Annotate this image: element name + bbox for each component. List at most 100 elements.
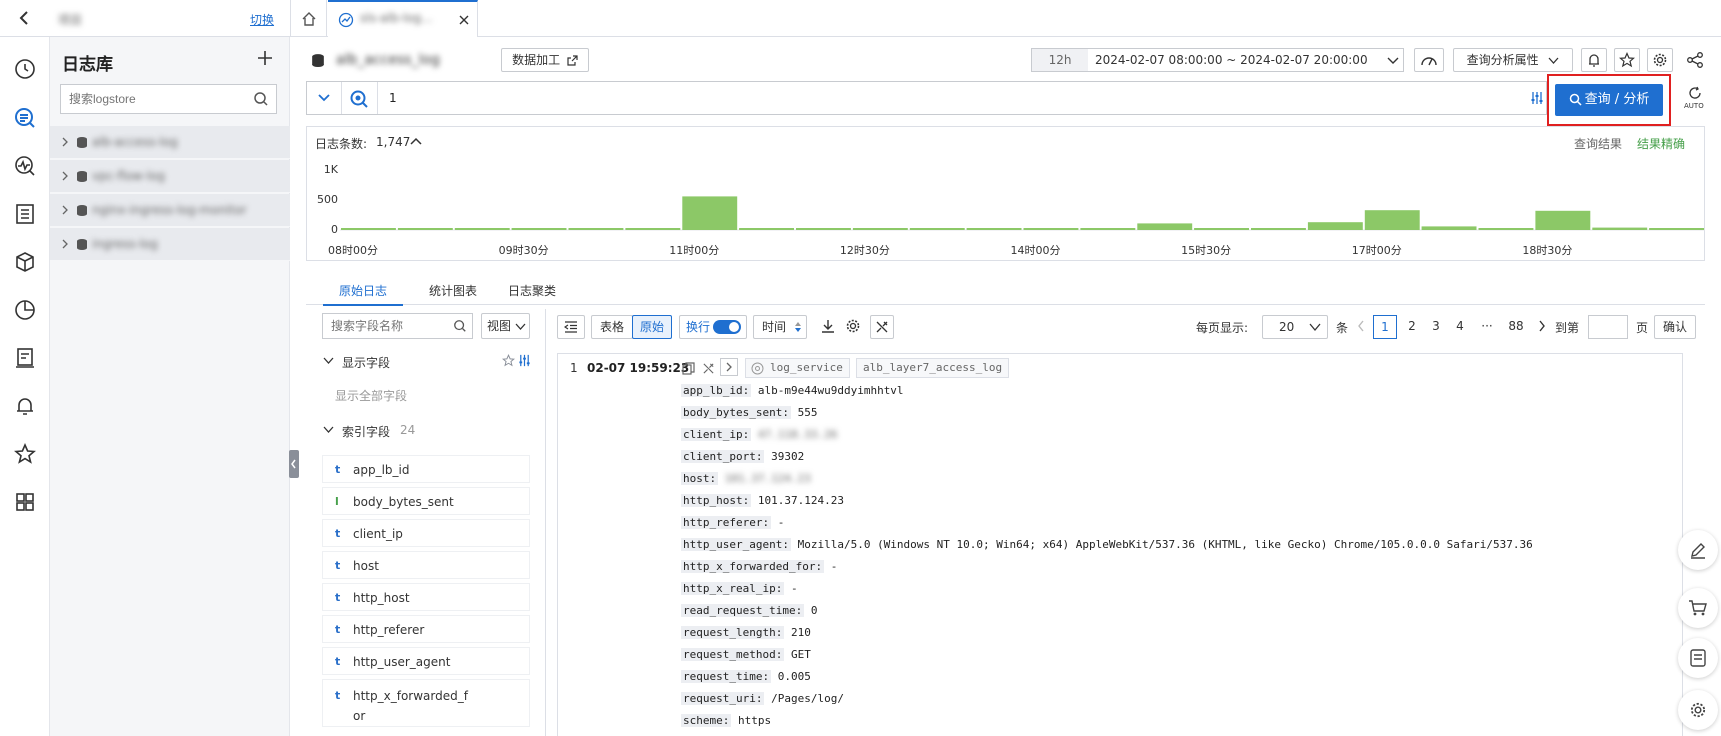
log-field-key[interactable]: request_method: xyxy=(681,648,785,661)
download-icon[interactable] xyxy=(820,318,836,334)
query-props-button[interactable]: 查询分析属性 xyxy=(1453,48,1573,72)
log-field-value[interactable]: 39302 xyxy=(771,450,804,463)
histogram-bar[interactable] xyxy=(1649,228,1704,230)
log-field-value[interactable]: 0.005 xyxy=(778,670,811,683)
list-icon[interactable] xyxy=(13,202,37,226)
logstore-tab[interactable]: sls-alb-log... xyxy=(328,0,478,37)
page-ellipsis[interactable]: ··· xyxy=(1476,319,1498,333)
histogram-bar[interactable] xyxy=(1307,222,1363,230)
log-field-key[interactable]: app_lb_id: xyxy=(681,384,752,397)
histogram-bar[interactable] xyxy=(1592,227,1648,230)
page-3[interactable]: 3 xyxy=(1426,319,1446,333)
histogram-bar[interactable] xyxy=(1194,228,1249,230)
logstore-search-input[interactable] xyxy=(61,85,247,113)
log-field-value[interactable]: - xyxy=(791,582,798,595)
field-item[interactable]: t http_referer xyxy=(322,615,530,643)
field-item[interactable]: t client_ip xyxy=(322,519,530,547)
histogram-bar[interactable] xyxy=(511,228,567,230)
histogram-bar[interactable] xyxy=(454,228,510,230)
histogram-bar[interactable] xyxy=(341,228,396,230)
chevron-down-icon[interactable] xyxy=(323,426,334,434)
tab-log-cluster[interactable]: 日志聚类 xyxy=(492,282,572,306)
monitor-search-icon[interactable] xyxy=(13,154,37,178)
histogram-bar[interactable] xyxy=(1364,210,1420,230)
log-field-key[interactable]: request_uri: xyxy=(681,692,765,705)
query-input[interactable]: 1 xyxy=(389,91,397,105)
log-field-key[interactable]: read_request_time: xyxy=(681,604,805,617)
search-icon[interactable] xyxy=(453,319,467,333)
refresh-speed-button[interactable] xyxy=(1414,48,1444,72)
tree-item[interactable]: ingress-log xyxy=(50,228,290,261)
histogram-bar[interactable] xyxy=(397,228,453,230)
collapse-handle[interactable] xyxy=(289,450,299,478)
log-field-key[interactable]: scheme: xyxy=(681,714,732,727)
log-field-value[interactable]: - xyxy=(778,516,785,529)
back-icon[interactable] xyxy=(16,10,32,26)
time-picker[interactable]: 12h 2024-02-07 08:00:00 ~ 2024-02-07 20:… xyxy=(1031,48,1404,72)
tools-button[interactable] xyxy=(870,315,894,339)
clock-icon[interactable] xyxy=(13,57,37,81)
page-88[interactable]: 88 xyxy=(1504,319,1528,333)
time-sort-button[interactable]: 时间 xyxy=(753,315,807,339)
log-field-key[interactable]: http_x_real_ip: xyxy=(681,582,785,595)
log-field-key[interactable]: host: xyxy=(681,472,719,485)
apps-grid-icon[interactable] xyxy=(13,490,37,514)
histogram-bar[interactable] xyxy=(625,228,681,230)
tree-item[interactable]: nginx-ingress-log-monitor xyxy=(50,194,290,227)
field-item[interactable]: t app_lb_id xyxy=(322,455,530,483)
page-1[interactable]: 1 xyxy=(1373,315,1397,339)
field-item[interactable]: t http_host xyxy=(322,583,530,611)
log-field-value[interactable]: GET xyxy=(791,648,811,661)
histogram-bar[interactable] xyxy=(1421,226,1477,230)
show-all-fields-link[interactable]: 显示全部字段 xyxy=(335,387,407,404)
settings-button[interactable] xyxy=(1647,48,1673,72)
goto-page-input[interactable] xyxy=(1588,315,1628,339)
home-tab[interactable] xyxy=(291,0,327,37)
log-field-key[interactable]: http_user_agent: xyxy=(681,538,791,551)
log-field-key[interactable]: client_port: xyxy=(681,450,765,463)
histogram-bar[interactable] xyxy=(1535,210,1591,230)
bell-icon[interactable] xyxy=(13,394,37,418)
log-field-value[interactable]: 210 xyxy=(791,626,811,639)
histogram-bar[interactable] xyxy=(1080,228,1136,230)
log-field-value[interactable]: 555 xyxy=(798,406,818,419)
log-field-value[interactable]: - xyxy=(831,560,838,573)
tools-icon[interactable] xyxy=(702,362,715,375)
field-settings-icon[interactable] xyxy=(518,354,531,367)
switch-project-link[interactable]: 切换 xyxy=(250,11,274,28)
raw-view-button[interactable]: 原始 xyxy=(632,315,672,339)
field-item[interactable]: t http_x_forwarded_f or xyxy=(322,679,530,727)
histogram-bar[interactable] xyxy=(1023,228,1079,230)
close-icon[interactable] xyxy=(458,14,470,26)
copilot-search-icon[interactable] xyxy=(349,89,369,109)
log-field-key[interactable]: client_ip: xyxy=(681,428,752,441)
tab-stat-chart[interactable]: 统计图表 xyxy=(413,282,493,306)
pie-chart-icon[interactable] xyxy=(13,298,37,322)
histogram-bar[interactable] xyxy=(966,228,1022,230)
search-icon[interactable] xyxy=(253,91,269,107)
tree-item[interactable]: vpc-flow-log xyxy=(50,160,290,193)
page-2[interactable]: 2 xyxy=(1402,319,1422,333)
next-page-icon[interactable] xyxy=(1537,319,1547,333)
cube-icon[interactable] xyxy=(13,250,37,274)
prev-page-icon[interactable] xyxy=(1356,319,1366,333)
wrap-toggle[interactable]: 换行 xyxy=(679,315,747,339)
log-field-value[interactable]: Mozilla/5.0 (Windows NT 10.0; Win64; x64… xyxy=(798,538,1533,551)
per-page-select[interactable]: 20 xyxy=(1262,315,1328,339)
log-field-key[interactable]: body_bytes_sent: xyxy=(681,406,791,419)
chevron-up-icon[interactable] xyxy=(410,137,422,146)
star-icon[interactable] xyxy=(13,442,37,466)
collapse-panel-button[interactable] xyxy=(557,315,585,339)
auto-refresh-button[interactable]: AUTO xyxy=(1680,84,1710,116)
table-view-button[interactable]: 表格 xyxy=(591,315,633,339)
histogram-bar[interactable] xyxy=(796,228,851,230)
app-fab[interactable] xyxy=(1678,638,1718,678)
log-field-value[interactable]: 101.37.124.23 xyxy=(725,472,811,485)
search-analyze-button[interactable]: 查询 / 分析 xyxy=(1555,84,1663,116)
histogram-bar[interactable] xyxy=(739,228,794,230)
histogram-bar[interactable] xyxy=(1251,228,1306,230)
histogram-bar[interactable] xyxy=(1478,228,1534,230)
log-field-key[interactable]: request_length: xyxy=(681,626,785,639)
view-select[interactable]: 视图 xyxy=(481,313,530,339)
field-item[interactable]: t host xyxy=(322,551,530,579)
